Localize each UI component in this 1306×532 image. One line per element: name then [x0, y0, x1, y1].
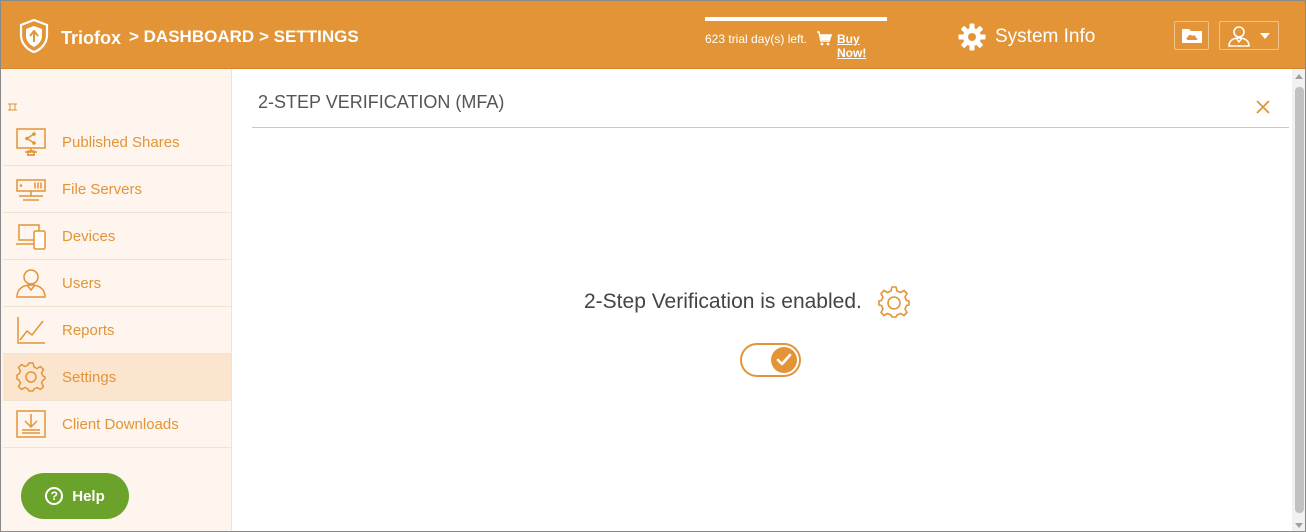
sidebar-item-label: Devices [62, 227, 116, 245]
sidebar-item-label: Published Shares [62, 133, 180, 151]
user-menu-button[interactable] [1219, 21, 1279, 50]
vertical-scrollbar[interactable] [1292, 69, 1305, 531]
sidebar-item-file-servers[interactable]: File Servers [3, 166, 231, 213]
sidebar-item-label: Users [62, 274, 102, 292]
main-panel: 2-STEP VERIFICATION (MFA) 2-Step Verific… [232, 69, 1292, 531]
sidebar-item-reports[interactable]: Reports [3, 307, 231, 354]
title-divider [252, 127, 1289, 128]
brand-name[interactable]: Triofox [61, 28, 121, 49]
sidebar-item-label: Client Downloads [62, 415, 179, 433]
scroll-thumb[interactable] [1295, 87, 1304, 513]
trial-info: 623 trial day(s) left. Buy Now! [705, 17, 887, 60]
system-info-button[interactable]: System Info [957, 22, 1095, 52]
question-icon: ? [45, 487, 64, 505]
toggle-knob [771, 347, 797, 373]
page-title: 2-STEP VERIFICATION (MFA) [258, 92, 505, 112]
mfa-toggle[interactable] [740, 343, 801, 377]
devices-icon [16, 224, 46, 250]
triofox-logo-icon[interactable] [19, 19, 49, 53]
top-header: Triofox > DASHBOARD > SETTINGS 623 trial… [1, 1, 1305, 69]
scroll-up-arrow-icon[interactable] [1295, 74, 1303, 79]
app-window: Triofox > DASHBOARD > SETTINGS 623 trial… [0, 0, 1306, 532]
breadcrumb-dashboard[interactable]: > DASHBOARD [129, 27, 254, 47]
help-label: Help [72, 487, 105, 505]
sidebar-item-devices[interactable]: Devices [3, 213, 231, 260]
gear-icon [958, 23, 986, 51]
user-icon [16, 269, 46, 298]
sidebar: Published Shares File Servers Devices Us… [1, 69, 232, 531]
mfa-status-row: 2-Step Verification is enabled. [584, 285, 911, 319]
help-button[interactable]: ? Help [21, 473, 129, 519]
trial-progress-bar [705, 17, 887, 21]
mfa-status-text: 2-Step Verification is enabled. [584, 290, 862, 313]
sidebar-item-users[interactable]: Users [3, 260, 231, 307]
close-icon[interactable] [1255, 99, 1271, 115]
scroll-down-arrow-icon[interactable] [1295, 523, 1303, 528]
cloud-folder-button[interactable] [1174, 21, 1209, 50]
cloud-folder-icon [1181, 29, 1202, 43]
system-info-label: System Info [995, 26, 1096, 47]
user-icon [1228, 25, 1250, 47]
sidebar-item-client-downloads[interactable]: Client Downloads [3, 401, 231, 448]
server-icon [16, 179, 46, 201]
sidebar-item-label: Settings [62, 368, 117, 386]
download-icon [16, 410, 46, 438]
sidebar-item-settings[interactable]: Settings [3, 354, 231, 401]
sidebar-item-published-shares[interactable]: Published Shares [3, 119, 231, 166]
sidebar-item-label: Reports [62, 321, 115, 339]
collapse-sidebar-icon[interactable] [8, 103, 17, 111]
cart-icon[interactable] [816, 31, 832, 46]
share-monitor-icon [16, 128, 46, 156]
checkmark-icon [776, 353, 792, 366]
breadcrumb-settings: > SETTINGS [259, 27, 359, 46]
sidebar-item-label: File Servers [62, 180, 143, 198]
gear-icon [16, 362, 46, 392]
sidebar-nav: Published Shares File Servers Devices Us… [3, 119, 231, 448]
trial-days-text: 623 trial day(s) left. [705, 32, 808, 46]
gear-icon[interactable] [877, 285, 911, 319]
caret-down-icon [1260, 32, 1270, 39]
buy-now-link[interactable]: Buy Now! [837, 32, 887, 60]
chart-line-icon [17, 317, 45, 344]
